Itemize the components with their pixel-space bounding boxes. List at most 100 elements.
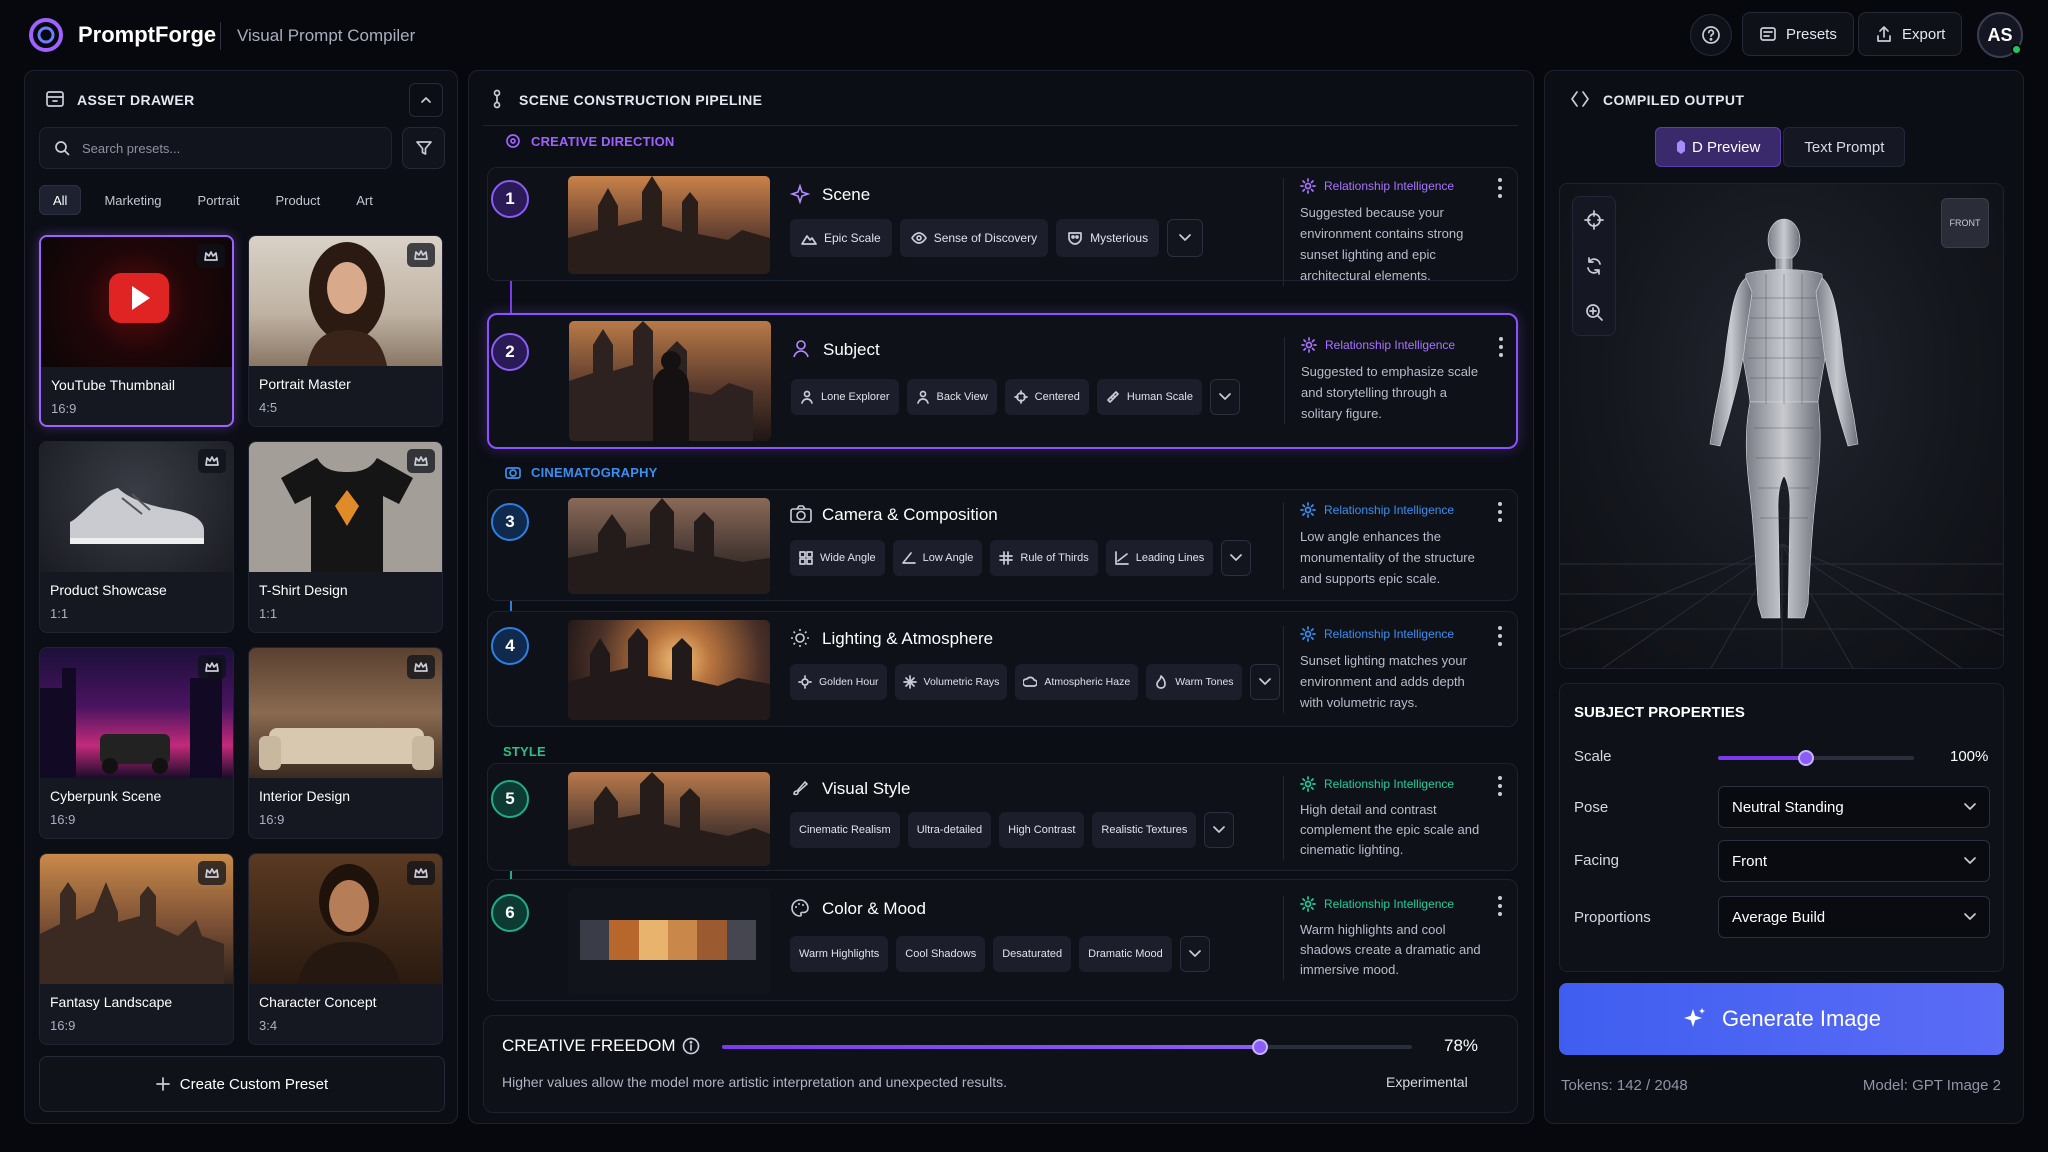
chip[interactable]: Desaturated [993, 936, 1072, 972]
chip[interactable]: Mysterious [1056, 219, 1160, 257]
step-card-color-mood[interactable]: Color & Mood Warm Highlights Cool Shadow… [487, 879, 1518, 1001]
sparkle-icon [1684, 1008, 1705, 1027]
expand-chips-button[interactable] [1249, 664, 1280, 700]
tab-all[interactable]: All [39, 185, 82, 215]
chip[interactable]: Low Angle [892, 540, 983, 576]
more-options-button[interactable] [1498, 896, 1502, 920]
search-field[interactable] [39, 127, 392, 169]
color-swatch [726, 920, 756, 960]
create-preset-label: Create Custom Preset [179, 1075, 329, 1093]
step-card-visual-style[interactable]: Visual Style Cinematic Realism Ultra-det… [487, 763, 1518, 871]
intel-text: Suggested to emphasize scale and storyte… [1301, 364, 1479, 421]
generate-image-button[interactable]: Generate Image [1559, 983, 2004, 1055]
premium-crown-icon [407, 861, 435, 885]
step-thumbnail [568, 620, 770, 720]
help-button[interactable] [1690, 14, 1732, 56]
preset-card[interactable]: T-Shirt Design 1:1 [248, 441, 443, 633]
tab-3d-preview[interactable]: D Preview [1655, 127, 1782, 167]
more-options-button[interactable] [1499, 337, 1503, 361]
proportions-select[interactable]: Average Build [1718, 896, 1990, 938]
chip[interactable]: Warm Tones [1146, 664, 1242, 700]
expand-chips-button[interactable] [1221, 540, 1252, 576]
preset-card[interactable]: Interior Design 16:9 [248, 647, 443, 839]
rule-of-thirds-icon [999, 551, 1014, 565]
facing-select[interactable]: Front [1718, 840, 1990, 882]
filter-icon [415, 141, 432, 155]
chip[interactable]: Epic Scale [790, 219, 892, 257]
chip[interactable]: Ultra-detailed [907, 812, 992, 848]
3d-preview-viewport[interactable]: FRONT [1559, 183, 2004, 669]
chip[interactable]: Realistic Textures [1092, 812, 1197, 848]
chip[interactable]: Warm Highlights [790, 936, 889, 972]
zoom-icon[interactable] [1584, 302, 1604, 322]
step-thumbnail [568, 888, 770, 994]
view-cube-front[interactable]: FRONT [1941, 198, 1989, 248]
chip[interactable]: Human Scale [1096, 379, 1202, 415]
expand-chips-button[interactable] [1209, 379, 1240, 415]
slider-handle[interactable] [1798, 750, 1815, 766]
collapse-button[interactable] [409, 83, 443, 117]
info-icon[interactable] [682, 1037, 700, 1055]
step-card-subject[interactable]: Subject Lone Explorer Back View Centered… [487, 313, 1518, 449]
chevron-down-icon [1964, 913, 1976, 920]
preset-card[interactable]: Product Showcase 1:1 [39, 441, 234, 633]
chip[interactable]: Golden Hour [790, 664, 887, 700]
chip[interactable]: Lone Explorer [791, 379, 899, 415]
chip[interactable]: Dramatic Mood [1079, 936, 1172, 972]
tab-marketing[interactable]: Marketing [91, 185, 174, 215]
drawer-icon [46, 91, 64, 107]
tab-product[interactable]: Product [262, 185, 333, 215]
more-options-button[interactable] [1498, 626, 1502, 650]
chip[interactable]: Wide Angle [790, 540, 885, 576]
pose-select[interactable]: Neutral Standing [1718, 786, 1990, 828]
more-options-button[interactable] [1498, 502, 1502, 526]
step-thumbnail [568, 176, 770, 274]
preset-card[interactable]: Fantasy Landscape 16:9 [39, 853, 234, 1045]
chip[interactable]: Back View [906, 379, 997, 415]
preset-card[interactable]: YouTube Thumbnail 16:9 [39, 235, 234, 427]
chip[interactable]: Cinematic Realism [790, 812, 900, 848]
more-options-button[interactable] [1498, 776, 1502, 800]
step-card-scene[interactable]: Scene Epic Scale Sense of Discovery Myst… [487, 167, 1518, 286]
chip[interactable]: Cool Shadows [896, 936, 986, 972]
chevron-down-icon [1258, 678, 1271, 685]
step-card-lighting[interactable]: Lighting & Atmosphere Golden Hour Volume… [487, 611, 1518, 727]
preset-card[interactable]: Character Concept 3:4 [248, 853, 443, 1045]
preset-name: Fantasy Landscape [50, 994, 173, 1010]
eye-icon [910, 232, 927, 244]
gear-icon [1300, 626, 1316, 642]
create-preset-button[interactable]: Create Custom Preset [39, 1056, 445, 1112]
move-icon[interactable] [1584, 210, 1604, 230]
preset-card[interactable]: Portrait Master 4:5 [248, 235, 443, 427]
chip[interactable]: High Contrast [999, 812, 1085, 848]
tab-art[interactable]: Art [343, 185, 386, 215]
scale-slider[interactable] [1718, 750, 1914, 766]
premium-crown-icon [198, 449, 226, 473]
preset-thumbnail [40, 442, 233, 572]
chip[interactable]: Volumetric Rays [894, 664, 1008, 700]
rotate-icon[interactable] [1584, 256, 1604, 276]
tab-portrait[interactable]: Portrait [185, 185, 253, 215]
step-card-camera[interactable]: Camera & Composition Wide Angle Low Angl… [487, 489, 1518, 601]
chip[interactable]: Sense of Discovery [899, 219, 1049, 257]
creative-freedom-description: Higher values allow the model more artis… [502, 1074, 1008, 1090]
chip[interactable]: Leading Lines [1105, 540, 1214, 576]
expand-chips-button[interactable] [1204, 812, 1235, 848]
expand-chips-button[interactable] [1167, 219, 1204, 257]
presets-button[interactable]: Presets [1742, 12, 1854, 56]
export-button[interactable]: Export [1858, 12, 1963, 56]
chip[interactable]: Centered [1004, 379, 1089, 415]
creative-freedom-slider[interactable] [722, 1039, 1412, 1055]
preset-card[interactable]: Cyberpunk Scene 16:9 [39, 647, 234, 839]
search-input[interactable] [82, 140, 362, 156]
more-options-button[interactable] [1498, 178, 1502, 202]
expand-chips-button[interactable] [1179, 936, 1210, 972]
chip[interactable]: Atmospheric Haze [1015, 664, 1139, 700]
preset-thumbnail [40, 648, 233, 778]
chip[interactable]: Rule of Thirds [990, 540, 1098, 576]
filter-button[interactable] [402, 127, 445, 169]
preset-name: Interior Design [259, 788, 351, 804]
preset-thumbnail [249, 236, 442, 366]
tab-text-prompt[interactable]: Text Prompt [1783, 127, 1906, 167]
slider-handle[interactable] [1252, 1039, 1269, 1055]
